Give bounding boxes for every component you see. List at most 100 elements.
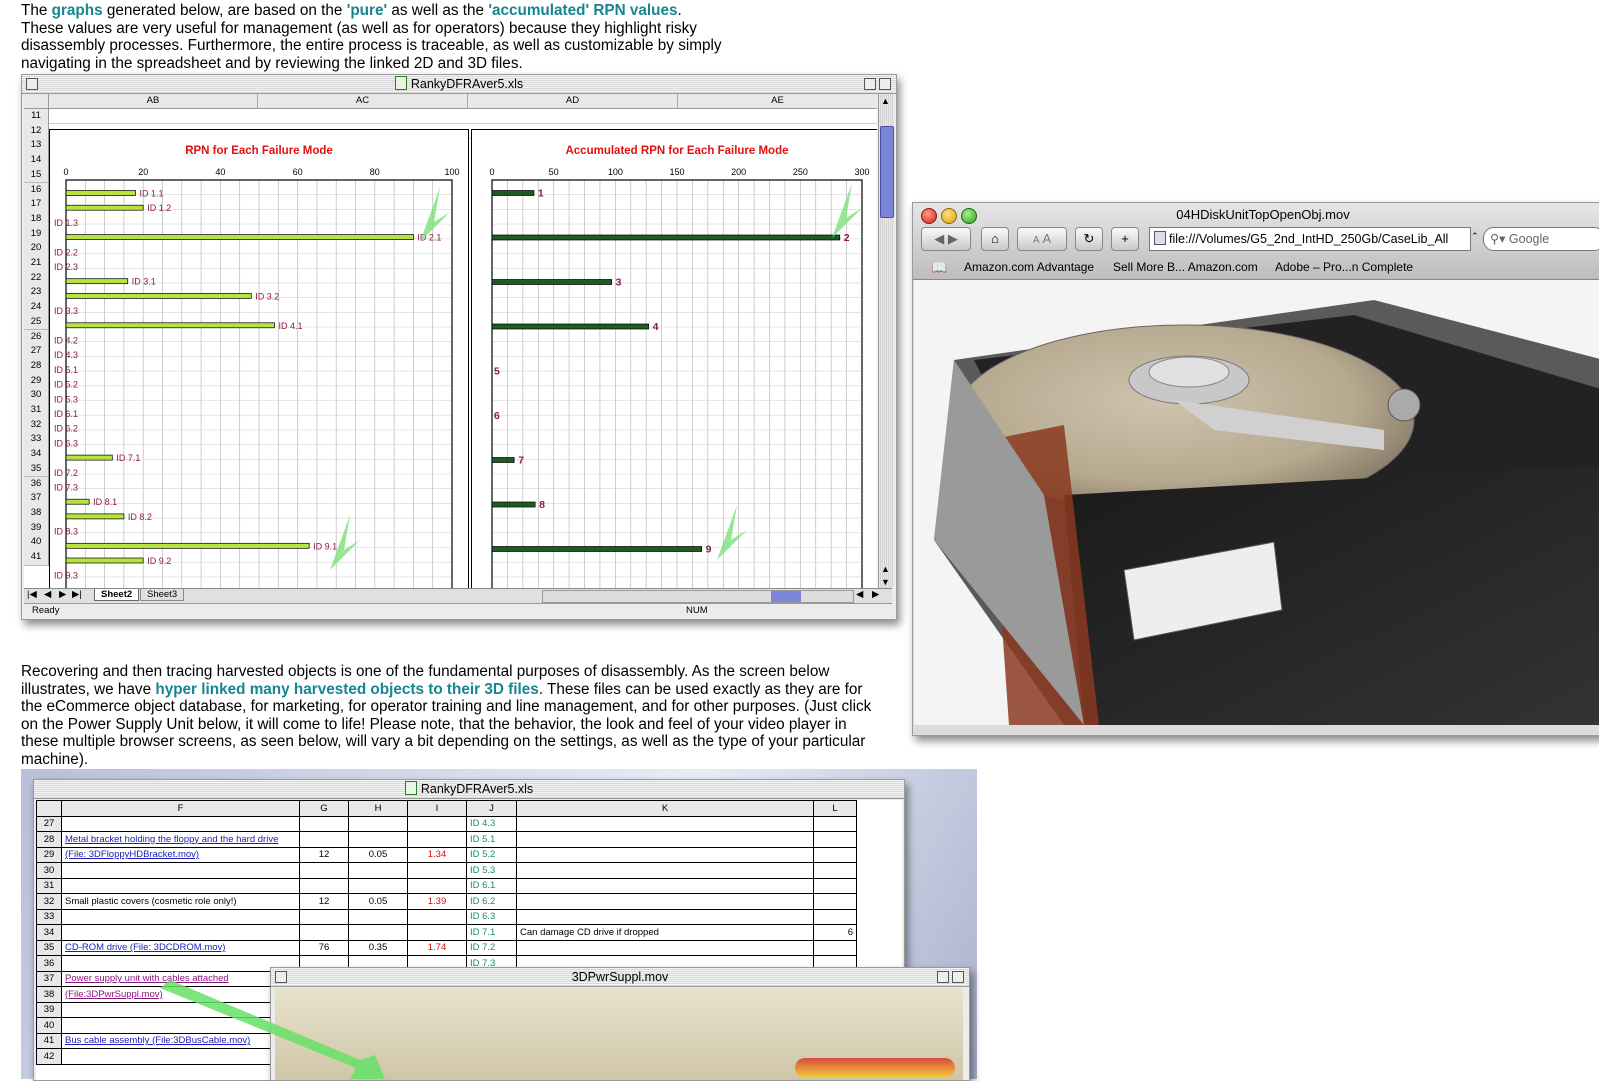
- row-header[interactable]: 40: [24, 535, 49, 551]
- row-header[interactable]: 14: [24, 153, 49, 169]
- cell-k[interactable]: [516, 815, 814, 832]
- cell-h[interactable]: 0.05: [348, 893, 408, 910]
- minimize-button[interactable]: [941, 208, 957, 224]
- prev-sheet-button[interactable]: ◀: [44, 589, 51, 600]
- row-header[interactable]: 42: [36, 1048, 62, 1065]
- cell-g[interactable]: [299, 924, 349, 941]
- row-header[interactable]: 11: [24, 109, 49, 125]
- accumulated-rpn-link[interactable]: 'accumulated' RPN values: [488, 2, 677, 19]
- row-header[interactable]: 31: [36, 877, 62, 894]
- add-bookmark-button[interactable]: +: [1111, 227, 1139, 251]
- cell-g[interactable]: [299, 877, 349, 894]
- row-header[interactable]: 31: [24, 403, 49, 419]
- cell-l[interactable]: [813, 908, 857, 925]
- cell-j[interactable]: ID 6.1: [466, 877, 517, 894]
- cell-h[interactable]: [348, 924, 408, 941]
- row-header[interactable]: 17: [24, 197, 49, 213]
- cell-k[interactable]: [516, 831, 814, 848]
- bookmark-amazon-advantage[interactable]: Amazon.com Advantage: [964, 260, 1094, 274]
- collapse-box-icon[interactable]: [879, 78, 891, 90]
- cell-j[interactable]: ID 5.1: [466, 831, 517, 848]
- next-sheet-button[interactable]: ▶: [59, 589, 66, 600]
- column-header-f[interactable]: F: [61, 800, 300, 817]
- cell-i[interactable]: 1.34: [407, 846, 467, 863]
- column-header-ad[interactable]: AD: [468, 94, 678, 109]
- row-header[interactable]: 35: [36, 939, 62, 956]
- cell-g[interactable]: [299, 815, 349, 832]
- cell-l[interactable]: [813, 846, 857, 863]
- cell-f[interactable]: Metal bracket holding the floppy and the…: [61, 831, 300, 848]
- row-header[interactable]: 40: [36, 1017, 62, 1034]
- row-header[interactable]: 25: [24, 314, 49, 331]
- cell-j[interactable]: ID 7.1: [466, 924, 517, 941]
- scroll-up-arrow[interactable]: ▲: [881, 564, 890, 574]
- cell-f[interactable]: [61, 908, 300, 925]
- row-header[interactable]: 33: [36, 908, 62, 925]
- cell-i[interactable]: [407, 831, 467, 848]
- hyper-linked-objects-link[interactable]: hyper linked many harvested objects to t…: [155, 681, 538, 698]
- row-header[interactable]: 23: [24, 285, 49, 302]
- search-field[interactable]: ⚲▾ Google: [1483, 227, 1599, 251]
- cell-h[interactable]: [348, 862, 408, 879]
- cell-l[interactable]: [813, 862, 857, 879]
- row-header[interactable]: 29: [24, 373, 49, 390]
- row-header[interactable]: 38: [24, 505, 49, 522]
- row-header[interactable]: 30: [36, 862, 62, 879]
- row-header[interactable]: 27: [36, 815, 62, 832]
- cell-k[interactable]: [516, 846, 814, 863]
- cell-f[interactable]: [61, 924, 300, 941]
- cell-i[interactable]: [407, 924, 467, 941]
- cell-l[interactable]: [813, 831, 857, 848]
- cell-l[interactable]: 6: [813, 924, 857, 941]
- cell-f[interactable]: [61, 862, 300, 879]
- row-header[interactable]: 38: [36, 986, 62, 1003]
- home-button[interactable]: ⌂: [981, 227, 1009, 251]
- cell-k[interactable]: [516, 862, 814, 879]
- cell-f[interactable]: Small plastic covers (cosmetic role only…: [61, 893, 300, 910]
- cell-j[interactable]: ID 6.2: [466, 893, 517, 910]
- cell-g[interactable]: 76: [299, 939, 349, 956]
- row-header[interactable]: 27: [24, 344, 49, 360]
- cell-j[interactable]: ID 5.2: [466, 846, 517, 863]
- cell-f[interactable]: (File: 3DFloppyHDBracket.mov): [61, 846, 300, 863]
- spreadsheet-area[interactable]: AB AC AD AE RPN for Each Failure Mode 0 20…: [24, 94, 877, 588]
- cell-h[interactable]: [348, 877, 408, 894]
- scroll-left-arrow[interactable]: ◀: [856, 589, 863, 600]
- horizontal-scroll-thumb[interactable]: [771, 591, 801, 602]
- column-header-h[interactable]: H: [348, 800, 408, 817]
- qt-collapse-box-icon[interactable]: [952, 971, 964, 983]
- row-header[interactable]: 29: [36, 846, 62, 863]
- row-header[interactable]: 35: [24, 461, 49, 478]
- row-header[interactable]: 41: [24, 550, 49, 566]
- row-header[interactable]: 32: [24, 417, 49, 434]
- cell-i[interactable]: [407, 877, 467, 894]
- row-header[interactable]: 24: [24, 300, 49, 316]
- row-header[interactable]: 19: [24, 226, 49, 243]
- close-box-icon[interactable]: [26, 78, 38, 90]
- row-header[interactable]: 34: [24, 447, 49, 463]
- cell-i[interactable]: 1.74: [407, 939, 467, 956]
- row-header[interactable]: 30: [24, 388, 49, 404]
- back-forward-button[interactable]: ◀ ▶: [921, 227, 971, 251]
- column-header-ae[interactable]: AE: [678, 94, 877, 109]
- hard-disk-video[interactable]: [914, 280, 1599, 725]
- column-header-ab[interactable]: AB: [49, 94, 258, 109]
- cell-j[interactable]: ID 4.3: [466, 815, 517, 832]
- row-header[interactable]: 13: [24, 138, 49, 155]
- address-bar[interactable]: file:///Volumes/G5_2nd_IntHD_250Gb/CaseL…: [1149, 227, 1471, 251]
- row-header[interactable]: 41: [36, 1032, 62, 1049]
- cell-i[interactable]: 1.39: [407, 893, 467, 910]
- cell-g[interactable]: 12: [299, 893, 349, 910]
- column-header-j[interactable]: J: [466, 800, 517, 817]
- cell-k[interactable]: [516, 939, 814, 956]
- graphs-link[interactable]: graphs: [52, 2, 103, 19]
- row-header[interactable]: 32: [36, 893, 62, 910]
- cell-l[interactable]: [813, 877, 857, 894]
- cell-f[interactable]: [61, 815, 300, 832]
- row-header[interactable]: 28: [24, 358, 49, 375]
- close-button[interactable]: [921, 208, 937, 224]
- column-header-g[interactable]: G: [299, 800, 349, 817]
- cell-i[interactable]: [407, 862, 467, 879]
- zoom-box-icon[interactable]: [864, 78, 876, 90]
- cell-i[interactable]: [407, 908, 467, 925]
